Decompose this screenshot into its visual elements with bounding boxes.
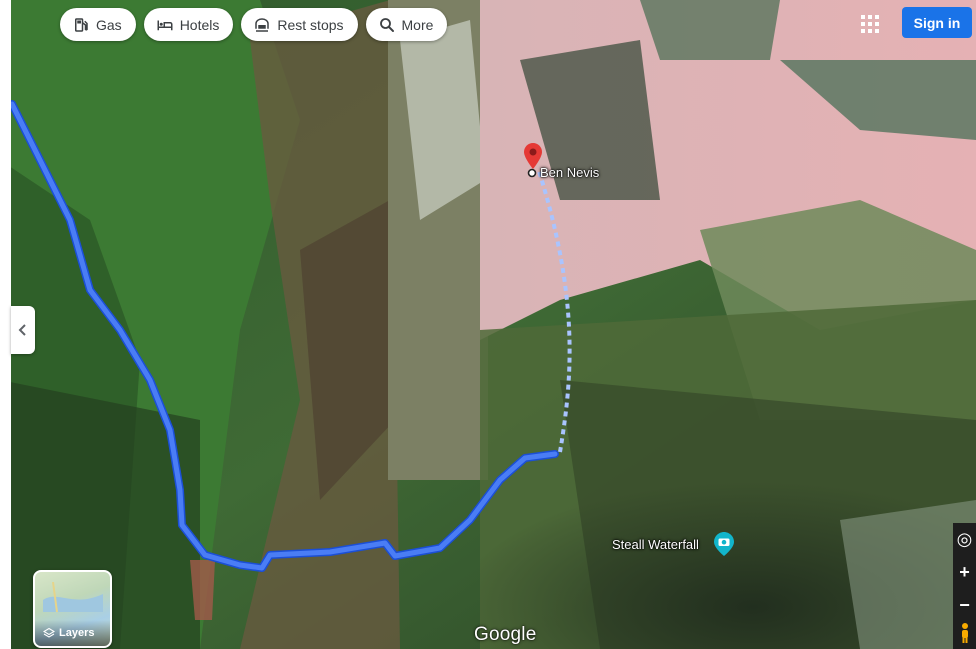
pegman-icon <box>961 623 968 643</box>
gas-chip[interactable]: Gas <box>60 8 136 41</box>
layers-icon <box>43 627 55 638</box>
camera-icon[interactable] <box>714 532 734 556</box>
chevron-left-icon <box>18 324 26 336</box>
sign-in-button[interactable]: Sign in <box>902 7 972 38</box>
gas-station-icon <box>75 17 88 32</box>
layers-button[interactable]: Layers <box>33 570 112 648</box>
waterfall-label[interactable]: Steall Waterfall <box>612 537 699 552</box>
bed-icon <box>157 20 173 30</box>
google-logo: Google <box>474 624 537 645</box>
rest-stops-chip-label: Rest stops <box>277 16 344 33</box>
hotels-chip[interactable]: Hotels <box>143 8 234 41</box>
summit-label[interactable]: Ben Nevis <box>540 165 599 180</box>
map-controls: ◎ + − <box>953 523 976 622</box>
my-location-button[interactable]: ◎ <box>953 523 976 556</box>
my-location-icon: ◎ <box>956 529 973 549</box>
street-view-pegman[interactable] <box>953 617 976 649</box>
zoom-out-icon: − <box>959 595 970 615</box>
hotels-chip-label: Hotels <box>179 16 220 33</box>
side-panel-edge <box>0 0 11 649</box>
rest-stop-icon <box>255 17 270 32</box>
destination-marker-icon <box>527 168 537 178</box>
terrain-imagery <box>0 0 976 649</box>
search-icon <box>379 17 394 32</box>
collapse-panel-button[interactable] <box>11 306 35 354</box>
apps-grid-icon[interactable] <box>858 12 882 36</box>
layers-label: Layers <box>59 627 95 639</box>
gas-chip-label: Gas <box>96 16 122 33</box>
zoom-in-button[interactable]: + <box>953 556 976 589</box>
more-chip-label: More <box>401 16 434 33</box>
layers-thumbnail <box>43 582 103 612</box>
more-chip[interactable]: More <box>365 8 448 41</box>
satellite-map[interactable]: Ben Nevis Steall Waterfall <box>0 0 976 649</box>
category-chips: Gas Hotels Rest stops More <box>60 8 448 41</box>
layers-label-row: Layers <box>35 620 110 646</box>
rest-stops-chip[interactable]: Rest stops <box>241 8 358 41</box>
zoom-in-icon: + <box>959 562 970 582</box>
